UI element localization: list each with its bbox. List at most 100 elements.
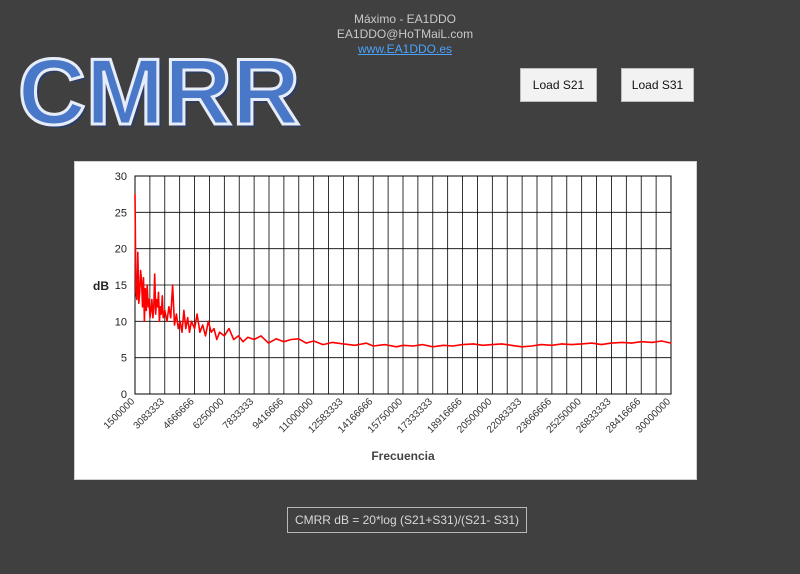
cmrr-data-point <box>581 343 583 345</box>
cmrr-data-point <box>143 320 145 322</box>
cmrr-data-point <box>640 341 642 343</box>
y-tick-labels: 051015202530 <box>115 171 127 401</box>
load-s31-button[interactable]: Load S31 <box>621 68 694 102</box>
cmrr-data-point <box>233 338 235 341</box>
cmrr-data-point <box>313 340 315 342</box>
cmrr-data-point <box>170 317 172 319</box>
x-tick-label: 6250000 <box>191 396 227 432</box>
cmrr-data-point <box>172 284 174 286</box>
cmrr-data-point <box>661 340 663 342</box>
cmrr-data-point <box>155 313 157 315</box>
cmrr-data-point <box>140 269 142 272</box>
cmrr-data-point <box>162 317 164 319</box>
author-info: Máximo - EA1DDO EA1DDO@HoTMaiL.com www.E… <box>300 12 510 57</box>
cmrr-data-point <box>365 342 367 344</box>
cmrr-data-point <box>521 346 523 348</box>
y-tick-label: 15 <box>115 280 127 292</box>
y-tick-label: 30 <box>115 171 127 183</box>
cmrr-data-point <box>247 336 249 338</box>
x-tick-label: 4666666 <box>161 396 197 432</box>
grid-layer <box>134 175 672 395</box>
cmrr-data-point <box>138 302 140 304</box>
y-tick-label: 10 <box>115 316 127 328</box>
cmrr-data-point <box>331 341 334 343</box>
cmrr-data-point <box>194 328 196 330</box>
cmrr-data-point <box>260 335 262 337</box>
cmrr-data-point <box>173 324 176 326</box>
cmrr-data-point <box>150 309 152 311</box>
cmrr-data-point <box>158 320 160 322</box>
cmrr-data-point <box>135 291 137 293</box>
cmrr-data-point <box>267 342 270 344</box>
x-tick-label: 3083333 <box>132 396 168 432</box>
cmrr-data-point <box>482 344 484 346</box>
cmrr-data-point <box>148 298 150 301</box>
cmrr-data-point <box>144 288 146 290</box>
y-tick-label: 20 <box>115 244 127 256</box>
cmrr-data-point <box>188 331 191 333</box>
cmrr-data-point <box>322 344 324 346</box>
cmrr-data-point <box>372 345 374 347</box>
cmrr-data-point <box>153 306 155 308</box>
cmrr-data-point <box>204 335 207 337</box>
cmrr-chart: 0 5 10 15 20 25 30 1500000 3083333 4666666 625000… <box>74 161 697 480</box>
cmrr-data-point <box>462 344 464 346</box>
x-axis-label: Frecuencia <box>371 449 435 463</box>
cmrr-data-point <box>237 335 239 337</box>
cmrr-data-point <box>202 324 204 326</box>
cmrr-data-point <box>152 317 154 319</box>
cmrr-data-point <box>561 343 563 345</box>
cmrr-data-point <box>187 317 189 319</box>
cmrr-data-point <box>185 328 187 330</box>
cmrr-data-point <box>223 335 225 337</box>
cmrr-data-point <box>137 251 139 253</box>
cmrr-logo: CMRR CMRR <box>17 38 303 137</box>
cmrr-data-point <box>422 344 424 346</box>
cmrr-data-point <box>146 284 148 286</box>
cmrr-data-point <box>621 341 623 343</box>
cmrr-data-point <box>190 320 192 322</box>
cmrr-data-point <box>298 338 300 340</box>
cmrr-data-point <box>154 273 156 275</box>
cmrr-data-point <box>134 193 136 195</box>
cmrr-data-point <box>395 346 397 348</box>
cmrr-data-point <box>168 306 170 308</box>
cmrr-data-point <box>157 291 160 293</box>
cmrr-data-point <box>591 342 593 344</box>
cmrr-data-point <box>196 313 198 315</box>
cmrr-data-point <box>177 328 179 330</box>
cmrr-data-point <box>164 309 166 311</box>
author-name: Máximo - EA1DDO <box>353 12 457 26</box>
cmrr-data-point <box>166 320 168 322</box>
logo-text: CMRR <box>18 39 300 136</box>
cmrr-data-point <box>452 345 454 347</box>
cmrr-data-point <box>147 306 149 308</box>
x-tick-labels: 1500000308333346666666250000783333394166… <box>102 396 674 436</box>
cmrr-data-point <box>151 298 153 301</box>
cmrr-data-point <box>491 344 493 346</box>
cmrr-data-point <box>540 344 542 346</box>
cmrr-data-point <box>402 344 404 346</box>
cmrr-data-point <box>156 298 158 301</box>
formula-box: CMRR dB = 20*log (S21+S31)/(S21- S31) <box>287 507 527 533</box>
cmrr-data-point <box>219 331 221 333</box>
cmrr-data-point <box>651 341 653 343</box>
cmrr-data-point <box>136 298 138 301</box>
cmrr-data-point <box>630 342 633 344</box>
cmrr-data-point <box>210 331 212 333</box>
y-tick-label: 5 <box>121 353 127 365</box>
website-link[interactable]: www.EA1DDO.es <box>358 42 452 56</box>
y-tick-label: 25 <box>115 207 127 219</box>
cmrr-data-point <box>216 338 218 341</box>
cmrr-data-point <box>610 342 613 344</box>
cmrr-data-point <box>275 338 277 340</box>
cmrr-data-point <box>354 344 356 346</box>
cmrr-data-point <box>183 309 185 311</box>
cmrr-data-point <box>157 306 159 308</box>
cmrr-data-point <box>160 313 162 315</box>
cmrr-data-point <box>432 346 434 348</box>
cmrr-data-point <box>213 328 215 330</box>
cmrr-data-point <box>175 313 177 315</box>
load-s21-button[interactable]: Load S21 <box>520 68 597 102</box>
cmrr-data-point <box>501 343 503 345</box>
